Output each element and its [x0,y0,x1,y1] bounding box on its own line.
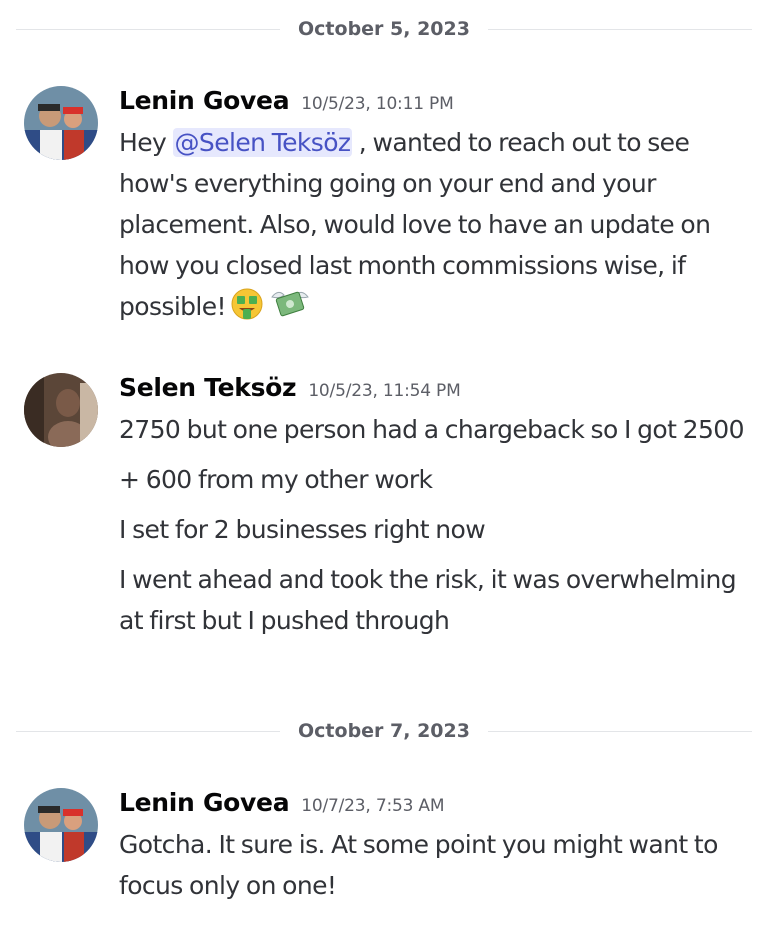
author-name[interactable]: Lenin Govea [119,788,290,817]
message-body: Selen Teksöz 10/5/23, 11:54 PM 2750 but … [119,373,748,641]
divider-date: October 5, 2023 [298,18,470,40]
divider-line [487,28,752,30]
date-divider: October 5, 2023 [16,17,752,41]
money-with-wings-emoji [268,287,312,333]
divider-line [16,730,281,732]
user-mention[interactable]: @Selen Teksöz [172,128,353,157]
text-before-mention: Hey [119,128,173,157]
avatar[interactable] [24,86,98,160]
avatar-photo-icon [24,788,98,862]
avatar-photo-icon [24,86,98,160]
divider-date: October 7, 2023 [298,720,470,742]
message-text: Gotcha. It sure is. At some point you mi… [119,830,718,900]
message-header: Lenin Govea 10/7/23, 7:53 AM [119,788,748,824]
author-name[interactable]: Lenin Govea [119,86,290,115]
message-text: + 600 from my other work [119,465,433,494]
message-text: 2750 but one person had a chargeback so … [119,415,744,444]
divider-line [16,28,281,30]
date-divider: October 7, 2023 [16,719,752,743]
message-text: I set for 2 businesses right now [119,515,486,544]
message-text: Hey @Selen Teksöz , wanted to reach out … [119,122,748,333]
money-mouth-face-emoji [230,287,264,333]
author-name[interactable]: Selen Teksöz [119,373,297,402]
message-body: Lenin Govea 10/5/23, 10:11 PM Hey @Selen… [119,86,748,333]
message-text: I went ahead and took the risk, it was o… [119,565,737,635]
timestamp: 10/5/23, 11:54 PM [308,381,461,401]
avatar[interactable] [24,788,98,862]
divider-line [487,730,752,732]
timestamp: 10/5/23, 10:11 PM [301,94,454,114]
timestamp: 10/7/23, 7:53 AM [301,796,445,816]
message-body: Lenin Govea 10/7/23, 7:53 AM Gotcha. It … [119,788,748,906]
avatar[interactable] [24,373,98,447]
message-header: Selen Teksöz 10/5/23, 11:54 PM [119,373,748,409]
avatar-photo-icon [24,373,98,447]
message-header: Lenin Govea 10/5/23, 10:11 PM [119,86,748,122]
